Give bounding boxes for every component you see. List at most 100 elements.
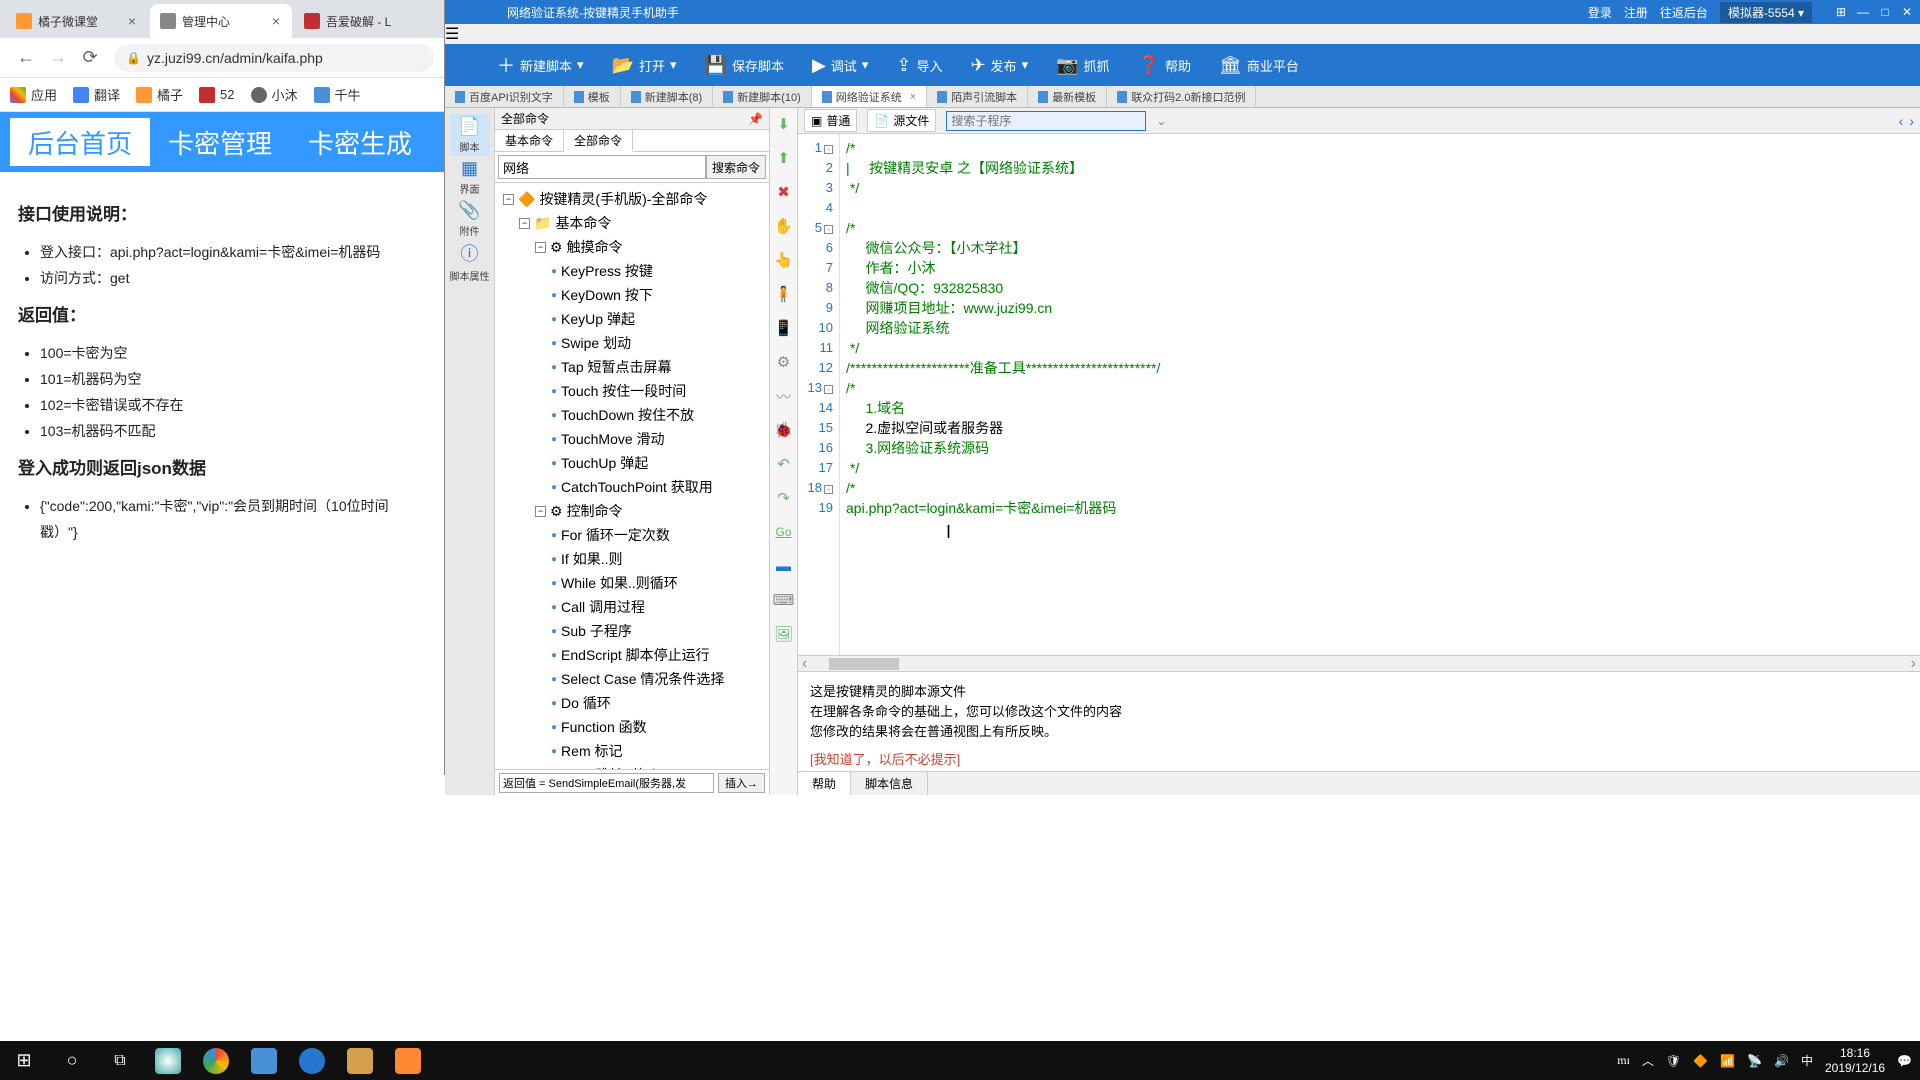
collapse-icon[interactable]: − bbox=[503, 194, 514, 205]
view-normal-button[interactable]: ▣ 普通 bbox=[804, 109, 857, 132]
next-icon[interactable]: › bbox=[1909, 113, 1914, 129]
open-button[interactable]: 📂打开 ▾ bbox=[612, 55, 677, 76]
taskbar-app[interactable] bbox=[144, 1041, 192, 1080]
capture-button[interactable]: 📷抓抓 bbox=[1056, 55, 1109, 76]
insert-button[interactable]: 插入→ bbox=[718, 773, 765, 793]
debug-button[interactable]: ▶调试 ▾ bbox=[812, 55, 868, 76]
tray-icon[interactable]: 🛡 bbox=[1666, 1054, 1681, 1068]
person-icon[interactable]: 🧍 bbox=[774, 284, 794, 304]
attachment-button[interactable]: 📎附件 bbox=[450, 198, 490, 240]
ui-view-button[interactable]: ▦界面 bbox=[450, 156, 490, 198]
cortana-button[interactable]: ○ bbox=[48, 1041, 96, 1080]
file-tab[interactable]: 新建脚本(8) bbox=[621, 86, 713, 107]
tree-leaf[interactable]: ● Function 函数 bbox=[495, 715, 769, 739]
tree-leaf[interactable]: ● While 如果..则循环 bbox=[495, 571, 769, 595]
code-editor[interactable]: 1-2345-678910111213-1415161718-19 /*| 按键… bbox=[798, 134, 1920, 655]
bug-icon[interactable]: 🐞 bbox=[774, 420, 794, 440]
bookmark-item[interactable]: 52 bbox=[199, 87, 234, 103]
tree-leaf[interactable]: ● KeyPress 按键 bbox=[495, 259, 769, 283]
undo-icon[interactable]: ↶ bbox=[774, 454, 794, 474]
tree-leaf[interactable]: ● Touch 按住一段时间 bbox=[495, 379, 769, 403]
code-content[interactable]: /*| 按键精灵安卓 之【网络验证系统】 */ /* 微信公众号：【小木学社】 … bbox=[840, 134, 1920, 655]
publish-button[interactable]: ✈发布 ▾ bbox=[970, 55, 1028, 76]
file-tab[interactable]: 模板 bbox=[564, 86, 621, 107]
tree-group[interactable]: −⚙控制命令 bbox=[495, 499, 769, 523]
dropdown-icon[interactable]: ⌄ bbox=[1156, 114, 1166, 128]
reload-button[interactable]: ⟳ bbox=[78, 46, 102, 70]
maximize-icon[interactable]: □ bbox=[1878, 5, 1892, 19]
go-icon[interactable]: Go bbox=[774, 522, 794, 542]
nav-tab-home[interactable]: 后台首页 bbox=[10, 118, 150, 166]
dismiss-hint-link[interactable]: [我知道了，以后不必提示] bbox=[810, 750, 1908, 770]
file-tab[interactable]: 陌声引流脚本 bbox=[927, 86, 1028, 107]
close-icon[interactable]: × bbox=[270, 13, 282, 29]
phone-icon[interactable]: 📱 bbox=[774, 318, 794, 338]
taskbar-app[interactable] bbox=[336, 1041, 384, 1080]
back-button[interactable]: ← bbox=[14, 46, 38, 70]
prev-icon[interactable]: ‹ bbox=[1899, 113, 1904, 129]
keyboard-icon[interactable]: ⌨ bbox=[774, 590, 794, 610]
bookmark-item[interactable]: 小沐 bbox=[251, 85, 298, 104]
subtab-basic[interactable]: 基本命令 bbox=[495, 130, 564, 151]
bookmark-item[interactable]: 翻译 bbox=[73, 85, 120, 104]
login-link[interactable]: 登录 bbox=[1588, 4, 1612, 21]
tree-group[interactable]: −⚙触摸命令 bbox=[495, 235, 769, 259]
swipe-icon[interactable]: 👆 bbox=[774, 250, 794, 270]
hamburger-icon[interactable]: ☰ bbox=[445, 24, 1920, 44]
props-button[interactable]: ⓘ脚本属性 bbox=[450, 240, 490, 282]
tree-leaf[interactable]: ● Call 调用过程 bbox=[495, 595, 769, 619]
image-icon[interactable]: 🖼 bbox=[774, 624, 794, 644]
file-tab[interactable]: 最新模板 bbox=[1028, 86, 1107, 107]
redo-icon[interactable]: ↷ bbox=[774, 488, 794, 508]
backend-link[interactable]: 往返后台 bbox=[1660, 4, 1708, 21]
close-icon[interactable]: × bbox=[910, 91, 916, 103]
subtab-all[interactable]: 全部命令 bbox=[564, 130, 633, 152]
bookmark-item[interactable]: 千牛 bbox=[314, 85, 361, 104]
script-view-button[interactable]: 📄脚本 bbox=[450, 114, 490, 156]
collapse-icon[interactable]: − bbox=[519, 218, 530, 229]
command-tree[interactable]: −🔶按键精灵(手机版)-全部命令 −📁基本命令 −⚙触摸命令 ● KeyPres… bbox=[495, 183, 769, 769]
tree-leaf[interactable]: ● EndScript 脚本停止运行 bbox=[495, 643, 769, 667]
taskbar-app[interactable] bbox=[240, 1041, 288, 1080]
register-link[interactable]: 注册 bbox=[1624, 4, 1648, 21]
gear-icon[interactable]: ⚙ bbox=[774, 352, 794, 372]
tree-leaf[interactable]: ● Do 循环 bbox=[495, 691, 769, 715]
help-button[interactable]: ❓帮助 bbox=[1138, 55, 1191, 76]
tree-leaf[interactable]: ● CatchTouchPoint 获取用 bbox=[495, 475, 769, 499]
platform-button[interactable]: 🏛商业平台 bbox=[1219, 55, 1299, 76]
save-button[interactable]: 💾保存脚本 bbox=[705, 55, 784, 76]
apps-button[interactable]: 应用 bbox=[10, 85, 57, 104]
tray-icon[interactable]: 📶 bbox=[1720, 1054, 1735, 1068]
collapse-icon[interactable]: − bbox=[535, 506, 546, 517]
clock[interactable]: 18:16 2019/12/16 bbox=[1825, 1046, 1885, 1076]
file-tab[interactable]: 百度API识别文字 bbox=[445, 86, 564, 107]
close-icon[interactable]: ✕ bbox=[1900, 5, 1914, 19]
notifications-icon[interactable]: 💬 bbox=[1897, 1054, 1912, 1068]
delete-icon[interactable]: ✖ bbox=[774, 182, 794, 202]
tree-group[interactable]: −📁基本命令 bbox=[495, 211, 769, 235]
wave-icon[interactable]: 〰 bbox=[774, 386, 794, 406]
chrome-tab-2[interactable]: 吾爱破解 - L bbox=[294, 4, 436, 38]
search-input[interactable] bbox=[498, 155, 706, 179]
bookmark-item[interactable]: 橘子 bbox=[136, 85, 183, 104]
taskbar-chrome[interactable] bbox=[192, 1041, 240, 1080]
tree-root[interactable]: −🔶按键精灵(手机版)-全部命令 bbox=[495, 187, 769, 211]
tree-leaf[interactable]: ● TouchDown 按住不放 bbox=[495, 403, 769, 427]
arrow-up-icon[interactable]: ⬆ bbox=[774, 148, 794, 168]
tray-icon[interactable]: 🔶 bbox=[1693, 1054, 1708, 1068]
tree-leaf[interactable]: ● Rem 标记 bbox=[495, 739, 769, 763]
minimize-icon[interactable]: — bbox=[1856, 5, 1870, 19]
pin-icon[interactable]: 📌 bbox=[748, 112, 763, 126]
url-input[interactable]: 🔒 yz.juzi99.cn/admin/kaifa.php bbox=[114, 44, 434, 72]
taskbar-app[interactable] bbox=[288, 1041, 336, 1080]
ime-indicator[interactable]: 中 bbox=[1801, 1052, 1813, 1069]
chrome-tab-0[interactable]: 橘子微课堂 × bbox=[6, 4, 148, 38]
volume-icon[interactable]: 🔊 bbox=[1774, 1054, 1789, 1068]
tree-leaf[interactable]: ● TouchMove 滑动 bbox=[495, 427, 769, 451]
tree-leaf[interactable]: ● Tap 短暂点击屏幕 bbox=[495, 355, 769, 379]
search-button[interactable]: 搜索命令 bbox=[706, 155, 766, 179]
close-icon[interactable]: × bbox=[126, 13, 138, 29]
new-script-button[interactable]: ＋新建脚本 ▾ bbox=[497, 52, 584, 78]
tree-leaf[interactable]: ● Swipe 划动 bbox=[495, 331, 769, 355]
hand-icon[interactable]: ✋ bbox=[774, 216, 794, 236]
